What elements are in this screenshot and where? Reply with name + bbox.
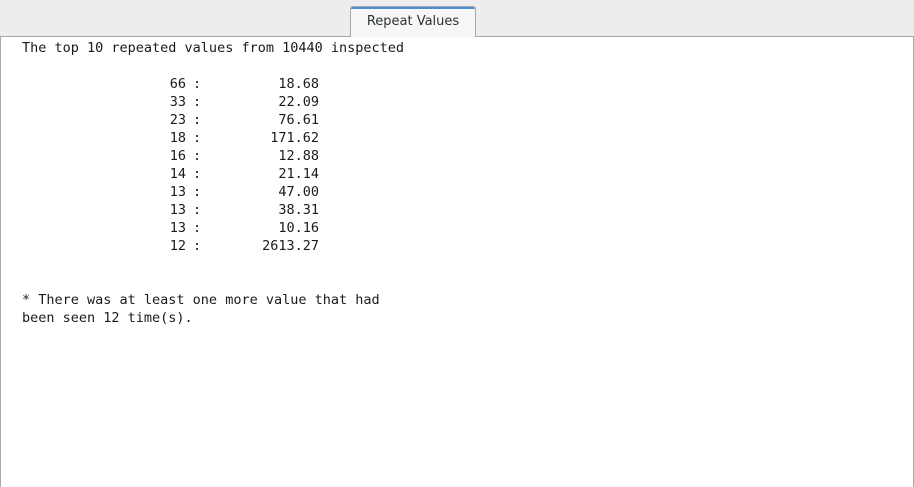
- separator: :: [193, 112, 202, 128]
- repeated-value: 38.31: [278, 202, 319, 218]
- repeat-count: 13: [169, 184, 186, 200]
- separator: :: [193, 76, 202, 92]
- repeat-values-window: Repeat Values The top 10 repeated values…: [0, 0, 914, 487]
- separator: :: [193, 166, 202, 182]
- repeat-count: 14: [169, 166, 186, 182]
- repeat-count: 23: [169, 112, 186, 128]
- repeat-count: 66: [169, 76, 186, 92]
- repeated-value: 47.00: [278, 184, 319, 200]
- separator: :: [193, 202, 202, 218]
- separator: :: [193, 94, 202, 110]
- repeat-count: 18: [169, 130, 186, 146]
- separator: :: [193, 184, 202, 200]
- repeated-value: 21.14: [278, 166, 319, 182]
- repeated-value: 18.68: [278, 76, 319, 92]
- repeat-count: 12: [169, 238, 186, 254]
- repeat-values-table: 66: 18.68 33: 22.09 23: 76.61 18: 171.62 16: 12.8…: [22, 75, 342, 255]
- footnote-line-2: been seen 12 time(s).: [22, 310, 193, 326]
- separator: :: [193, 220, 202, 236]
- repeated-value: 171.62: [270, 130, 319, 146]
- report-header: The top 10 repeated values from 10440 in…: [22, 40, 405, 56]
- separator: :: [193, 238, 202, 254]
- table-row: 13: 38.31: [22, 201, 342, 219]
- tab-active-indicator: [351, 7, 475, 9]
- tab-bar: Repeat Values: [0, 0, 914, 37]
- repeat-count: 16: [169, 148, 186, 164]
- table-row: 33: 22.09: [22, 93, 342, 111]
- tab-repeat-values[interactable]: Repeat Values: [350, 6, 476, 37]
- table-row: 13: 10.16: [22, 219, 342, 237]
- footnote-line-1: * There was at least one more value that…: [22, 292, 380, 308]
- footnote: * There was at least one more value that…: [22, 291, 380, 327]
- repeat-count: 33: [169, 94, 186, 110]
- table-row: 23: 76.61: [22, 111, 342, 129]
- table-row: 14: 21.14: [22, 165, 342, 183]
- table-row: 13: 47.00: [22, 183, 342, 201]
- repeated-value: 12.88: [278, 148, 319, 164]
- repeated-value: 2613.27: [262, 238, 319, 254]
- table-row: 16: 12.88: [22, 147, 342, 165]
- repeated-value: 22.09: [278, 94, 319, 110]
- repeated-value: 10.16: [278, 220, 319, 236]
- table-row: 66: 18.68: [22, 75, 342, 93]
- separator: :: [193, 148, 202, 164]
- repeat-count: 13: [169, 202, 186, 218]
- table-row: 12: 2613.27: [22, 237, 342, 255]
- table-row: 18: 171.62: [22, 129, 342, 147]
- report-text-area[interactable]: The top 10 repeated values from 10440 in…: [0, 36, 914, 487]
- tab-label: Repeat Values: [366, 14, 460, 29]
- repeated-value: 76.61: [278, 112, 319, 128]
- separator: :: [193, 130, 202, 146]
- repeat-count: 13: [169, 220, 186, 236]
